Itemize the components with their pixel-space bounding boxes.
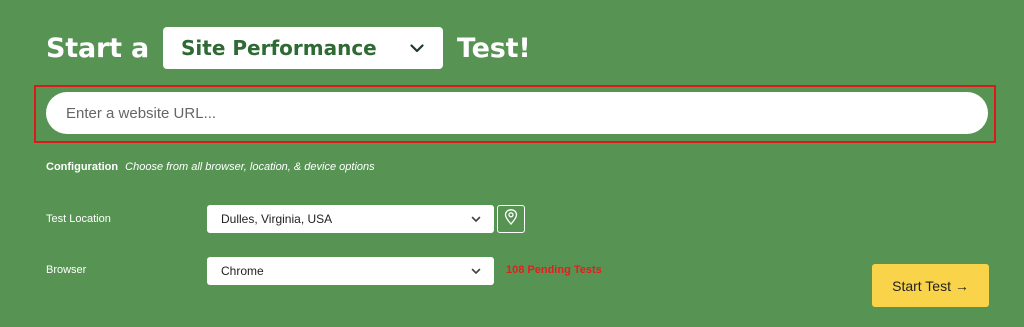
browser-label: Browser bbox=[46, 264, 87, 276]
headline: Start a Site Performance Test! bbox=[46, 26, 531, 70]
configuration-description: Choose from all browser, location, & dev… bbox=[125, 161, 375, 173]
pending-tests-status: 108 Pending Tests bbox=[506, 264, 602, 276]
map-pin-icon bbox=[504, 208, 518, 230]
browser-selected-value: Chrome bbox=[221, 264, 264, 278]
configuration-line: Configuration Choose from all browser, l… bbox=[46, 161, 375, 173]
chevron-down-icon bbox=[409, 40, 425, 56]
chevron-down-icon bbox=[468, 211, 484, 227]
test-type-select[interactable]: Site Performance bbox=[163, 27, 444, 69]
headline-prefix: Start a bbox=[46, 32, 150, 64]
website-url-input[interactable] bbox=[46, 92, 988, 134]
test-location-select[interactable]: Dulles, Virginia, USA bbox=[207, 205, 494, 233]
headline-suffix: Test! bbox=[457, 32, 531, 64]
map-pin-button[interactable] bbox=[497, 205, 525, 233]
browser-select[interactable]: Chrome bbox=[207, 257, 494, 285]
test-type-selected-value: Site Performance bbox=[181, 36, 377, 60]
test-location-label: Test Location bbox=[46, 213, 111, 225]
start-test-button[interactable]: Start Test → bbox=[872, 264, 989, 307]
chevron-down-icon bbox=[468, 263, 484, 279]
test-location-selected-value: Dulles, Virginia, USA bbox=[221, 212, 333, 226]
configuration-label: Configuration bbox=[46, 161, 119, 173]
